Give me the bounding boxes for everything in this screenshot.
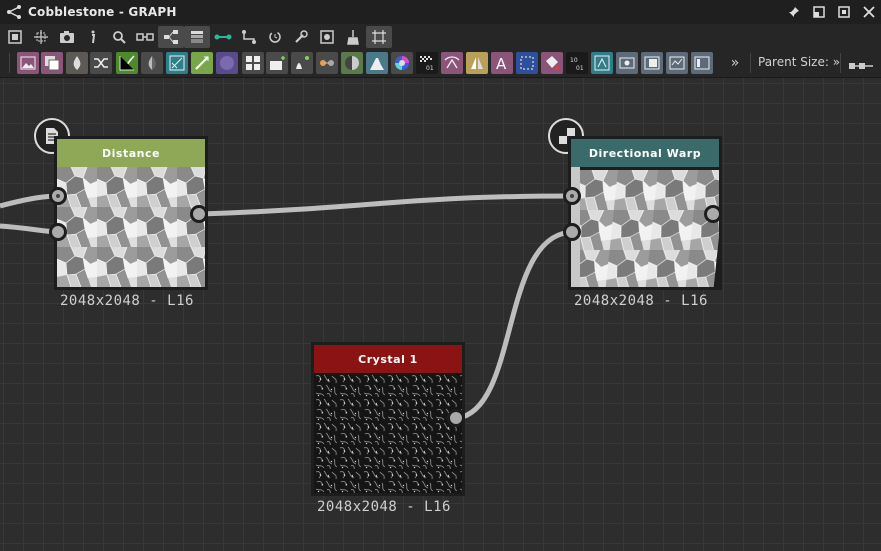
svg-text:A: A	[496, 55, 507, 71]
crystal-output-port[interactable]	[447, 409, 465, 427]
distance-size-label: 2048x2048 - L16	[60, 293, 194, 309]
warp-node-icon[interactable]	[441, 52, 463, 74]
mirror-node-icon[interactable]	[466, 52, 488, 74]
directional-warp-input-port-1[interactable]	[563, 187, 581, 205]
directional-warp-node-title: Directional Warp	[588, 146, 702, 160]
directional-warp-size-label: 2048x2048 - L16	[574, 293, 708, 309]
info-icon[interactable]	[80, 26, 106, 48]
bitmap-node-icon[interactable]	[17, 52, 39, 74]
snap-grid-icon[interactable]	[366, 26, 392, 48]
switch-node-icon[interactable]	[316, 52, 338, 74]
link-icon[interactable]	[132, 26, 158, 48]
directional-warp-node-thumbnail	[571, 167, 719, 287]
wire-distance-to-warp	[199, 193, 575, 217]
crystal-size-label: 2048x2048 - L16	[317, 499, 451, 515]
connector-options-icon[interactable]	[849, 57, 873, 76]
search-icon[interactable]	[106, 26, 132, 48]
close-icon[interactable]	[856, 0, 881, 24]
transform-node-icon[interactable]	[166, 52, 188, 74]
distance-input-port-1[interactable]	[49, 187, 67, 205]
pin-icon[interactable]	[781, 0, 806, 24]
path-icon[interactable]	[236, 26, 262, 48]
normal-node-icon[interactable]	[591, 52, 613, 74]
distance-node-title: Distance	[102, 146, 160, 160]
fill-node-icon[interactable]	[66, 52, 88, 74]
hierarchy-icon[interactable]	[158, 26, 184, 48]
crystal-node-title: Crystal 1	[358, 352, 418, 366]
more-nodes-button[interactable]: »	[726, 53, 744, 73]
distance-input-port-2[interactable]	[49, 223, 67, 241]
distance-output-port[interactable]	[190, 205, 208, 223]
title-bar: Cobblestone - GRAPH	[0, 0, 881, 24]
paint-fill-node-icon[interactable]	[541, 52, 563, 74]
pixel-processor-node-icon[interactable]	[641, 52, 663, 74]
distance-node-header: Distance	[57, 139, 205, 167]
wire-crystal-to-warp	[457, 229, 575, 421]
crystal-node[interactable]: Crystal 1	[311, 342, 465, 496]
display-icon[interactable]	[314, 26, 340, 48]
hsl-node-icon[interactable]	[341, 52, 363, 74]
fx-map-node-icon[interactable]	[616, 52, 638, 74]
svg-text:10: 10	[570, 57, 578, 64]
toolbar-separator	[840, 53, 841, 73]
value-processor-node-icon[interactable]	[666, 52, 688, 74]
directional-warp-node-header: Directional Warp	[571, 139, 719, 167]
directional-warp-input-port-2[interactable]	[563, 223, 581, 241]
parent-size-text: Parent Size:	[758, 55, 829, 69]
layers-icon[interactable]	[184, 26, 210, 48]
distance-node[interactable]: Distance	[54, 136, 208, 290]
color-wheel-node-icon[interactable]	[391, 52, 413, 74]
blend-node-icon[interactable]	[141, 52, 163, 74]
emboss-node-icon[interactable]	[266, 52, 288, 74]
fullscreen-icon[interactable]	[831, 0, 856, 24]
svg-text:01: 01	[426, 65, 434, 71]
dither-node-icon[interactable]: 01	[416, 52, 438, 74]
svg-node-icon[interactable]	[41, 52, 63, 74]
connection-icon[interactable]	[210, 26, 236, 48]
directional-warp-output-port[interactable]	[704, 205, 722, 223]
graph-canvas[interactable]: Distance 2048x2048 - L16 Directional War…	[0, 78, 881, 551]
levels-node-icon[interactable]	[291, 52, 313, 74]
svg-text:01: 01	[576, 65, 584, 71]
binary-node-icon[interactable]: 10 01	[566, 52, 588, 74]
parent-size-label[interactable]: Parent Size: »	[758, 55, 840, 69]
refresh-icon[interactable]	[262, 26, 288, 48]
distance-node-thumbnail	[57, 167, 205, 287]
maximize-icon[interactable]	[806, 0, 831, 24]
graph-toolbar	[0, 24, 881, 50]
screenshot-icon[interactable]	[54, 26, 80, 48]
frame-all-icon[interactable]	[2, 26, 28, 48]
gradient-map-node-icon[interactable]	[191, 52, 213, 74]
directional-warp-node[interactable]: Directional Warp	[568, 136, 722, 290]
wrench-icon[interactable]	[288, 26, 314, 48]
graph-instance-node-icon[interactable]	[691, 52, 713, 74]
text-node-icon[interactable]: A	[491, 52, 513, 74]
shuffle-node-icon[interactable]	[90, 52, 112, 74]
crop-node-icon[interactable]	[516, 52, 538, 74]
clean-icon[interactable]	[340, 26, 366, 48]
toolbar-separator	[9, 53, 10, 73]
uniform-color-node-icon[interactable]	[216, 52, 238, 74]
toolbar-separator	[750, 53, 751, 73]
frame-selected-icon[interactable]	[28, 26, 54, 48]
crystal-node-header: Crystal 1	[314, 345, 462, 373]
parent-size-expand-icon[interactable]: »	[833, 55, 840, 69]
window-title: Cobblestone - GRAPH	[28, 5, 177, 19]
tile-node-icon[interactable]	[242, 52, 264, 74]
crystal-node-thumbnail	[314, 373, 462, 493]
graph-icon	[7, 5, 21, 19]
histogram-node-icon[interactable]	[366, 52, 388, 74]
curve-node-icon[interactable]	[116, 52, 138, 74]
